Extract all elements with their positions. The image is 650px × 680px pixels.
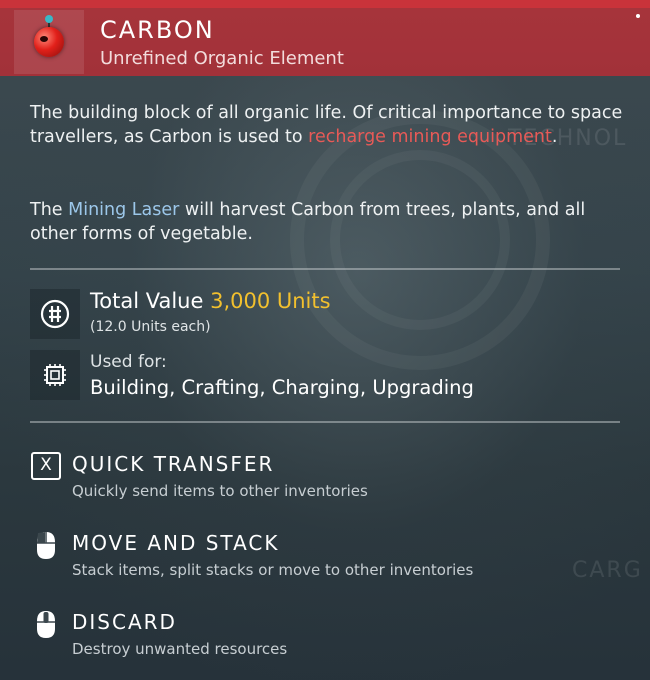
description-text-start: The — [30, 200, 69, 220]
used-for-label: Used for: — [90, 352, 167, 372]
currency-icon — [40, 299, 70, 329]
usage-icon-frame — [30, 350, 80, 400]
total-value-amount: 3,000 Units — [210, 289, 331, 313]
chip-icon — [44, 364, 66, 386]
section-divider — [30, 268, 620, 270]
description-highlight-red: recharge mining equipment — [308, 127, 552, 147]
quick-transfer-desc: Quickly send items to other inventories — [72, 482, 368, 500]
move-and-stack-desc: Stack items, split stacks or move to oth… — [72, 561, 474, 579]
item-header: CARBON Unrefined Organic Element — [0, 8, 650, 76]
description-paragraph-1: The building block of all organic life. … — [30, 101, 630, 149]
used-for-list: Building, Crafting, Charging, Upgrading — [90, 376, 474, 399]
units-icon-frame — [30, 289, 80, 339]
section-divider — [30, 421, 620, 423]
carbon-element-icon — [34, 27, 64, 57]
unit-value-each: (12.0 Units each) — [90, 319, 211, 335]
discard-button[interactable]: DISCARD — [72, 610, 177, 634]
description-highlight-blue: Mining Laser — [68, 200, 180, 220]
orb-tip — [45, 15, 53, 23]
quick-transfer-button[interactable]: QUICK TRANSFER — [72, 452, 274, 476]
mouse-middle-icon — [30, 608, 62, 640]
key-label: X — [40, 455, 52, 475]
item-name: CARBON — [100, 16, 215, 44]
mouse-left-icon — [30, 529, 62, 561]
menu-dot-icon — [636, 14, 640, 18]
discard-desc: Destroy unwanted resources — [72, 640, 288, 658]
description-text-end: . — [551, 127, 558, 147]
orb-mark — [40, 36, 48, 42]
background-label-cargo: CARG — [572, 558, 643, 583]
header-top-strip — [0, 0, 650, 8]
item-category: Unrefined Organic Element — [100, 48, 344, 69]
description-paragraph-2: The Mining Laser will harvest Carbon fro… — [30, 198, 630, 246]
item-icon-frame — [14, 10, 84, 74]
x-key-icon: X — [30, 450, 62, 482]
total-value: Total Value 3,000 Units — [90, 289, 331, 313]
total-value-label: Total Value — [90, 289, 204, 313]
move-and-stack-button[interactable]: MOVE AND STACK — [72, 531, 280, 555]
